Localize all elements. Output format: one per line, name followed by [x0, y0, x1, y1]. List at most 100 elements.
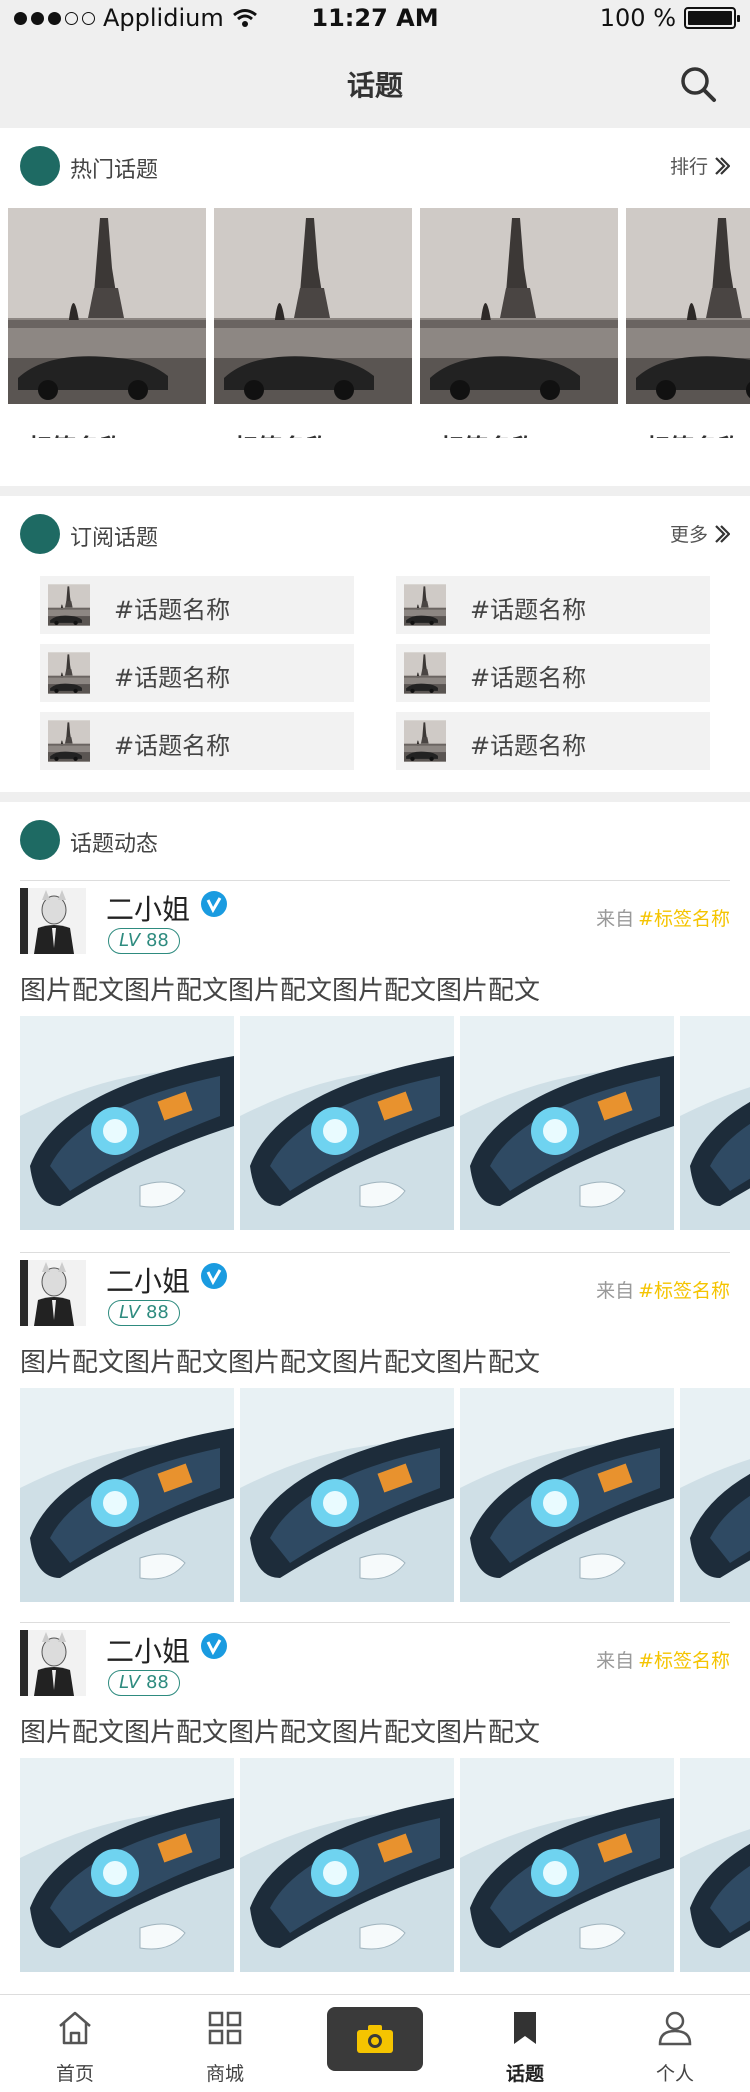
topic-image: [8, 208, 206, 404]
post-photos: [20, 1388, 750, 1602]
level-value: 88: [145, 1672, 169, 1693]
post-photo[interactable]: [20, 1016, 234, 1230]
topic-tag-link[interactable]: #标签名称: [638, 1280, 730, 1302]
status-bar: Applidium 11:27 AM 100 %: [0, 0, 750, 40]
tab-bar: 首页 商城 话题 个人: [0, 1994, 750, 2092]
subscribed-header: 订阅话题 更多: [0, 496, 750, 568]
chevron-right-icon: [715, 524, 730, 543]
feed-post[interactable]: 二小姐 LV 88 来自 #标签名称 图片配文图片配文图片配文图片配文图片配文: [0, 1252, 750, 1624]
post-photo[interactable]: [460, 1758, 674, 1972]
subscribed-topic-item[interactable]: #话题名称: [40, 644, 354, 702]
from-label: 来自: [596, 908, 635, 930]
subscribed-topic-item[interactable]: #话题名称: [396, 712, 710, 770]
subscribed-topic-item[interactable]: #话题名称: [396, 576, 710, 634]
post-photo[interactable]: [460, 1388, 674, 1602]
feed-header: 话题动态: [0, 802, 750, 874]
topic-image: [214, 208, 412, 404]
section-badge: [20, 514, 60, 554]
divider: [20, 1252, 730, 1253]
post-photos: [20, 1758, 750, 1972]
bookmark-icon: [514, 2012, 536, 2044]
subscribed-section: 订阅话题 更多 #话题名称 #话题名称 #话题名称 #话题名称 #话题名称 #话…: [0, 496, 750, 792]
ranking-label: 排行: [669, 156, 708, 178]
hot-topic-card[interactable]: #标签名称: [626, 208, 750, 438]
tab-camera[interactable]: [300, 1995, 450, 2092]
search-icon[interactable]: [678, 64, 718, 104]
hot-topic-label: #标签名称: [420, 428, 618, 438]
tab-label: 商城: [205, 2063, 244, 2085]
post-photo[interactable]: [20, 1388, 234, 1602]
level-badge: LV 88: [108, 1670, 180, 1696]
hot-topic-card[interactable]: #标签名称: [420, 208, 618, 438]
topic-label: #话题名称: [114, 732, 231, 760]
username[interactable]: 二小姐: [106, 888, 190, 928]
post-photo[interactable]: [680, 1388, 750, 1602]
person-icon: [658, 2011, 692, 2046]
topic-thumbnail: [48, 720, 90, 762]
hot-topic-card[interactable]: #标签名称: [8, 208, 206, 438]
topic-thumbnail: [48, 652, 90, 694]
hot-topics-header: 热门话题 排行: [0, 128, 750, 200]
tab-profile[interactable]: 个人: [600, 1995, 750, 2092]
hot-topic-card[interactable]: #标签名称: [214, 208, 412, 438]
subscribed-topic-item[interactable]: #话题名称: [396, 644, 710, 702]
from-label: 来自: [596, 1280, 635, 1302]
username[interactable]: 二小姐: [106, 1260, 190, 1300]
camera-icon: [357, 2025, 393, 2053]
tab-mall[interactable]: 商城: [150, 1995, 300, 2092]
tab-label: 首页: [55, 2063, 94, 2085]
hot-topics-title: 热门话题: [70, 158, 159, 183]
subscribed-title: 订阅话题: [70, 526, 159, 551]
battery-label: 100 %: [599, 4, 676, 32]
feed-post[interactable]: 二小姐 LV 88 来自 #标签名称 图片配文图片配文图片配文图片配文图片配文: [0, 880, 750, 1252]
feed-title: 话题动态: [70, 832, 159, 857]
avatar[interactable]: [20, 1630, 86, 1696]
avatar[interactable]: [20, 888, 86, 954]
level-prefix: LV: [119, 1672, 141, 1693]
subscribed-topic-item[interactable]: #话题名称: [40, 712, 354, 770]
verified-icon: [201, 1633, 227, 1659]
topic-thumbnail: [404, 720, 446, 762]
post-photo[interactable]: [20, 1758, 234, 1972]
level-prefix: LV: [119, 1302, 141, 1323]
level-badge: LV 88: [108, 1300, 180, 1326]
topic-label: #话题名称: [114, 596, 231, 624]
topic-tag-link[interactable]: #标签名称: [638, 908, 730, 930]
divider: [20, 1622, 730, 1623]
tab-topics[interactable]: 话题: [450, 1995, 600, 2092]
subscribed-topic-item[interactable]: #话题名称: [40, 576, 354, 634]
feed-post[interactable]: 二小姐 LV 88 来自 #标签名称 图片配文图片配文图片配文图片配文图片配文: [0, 1622, 750, 1994]
level-value: 88: [145, 1302, 169, 1323]
camera-button[interactable]: [327, 2007, 423, 2071]
post-photo[interactable]: [680, 1016, 750, 1230]
home-icon: [59, 2011, 91, 2045]
post-photo[interactable]: [240, 1016, 454, 1230]
post-photo[interactable]: [240, 1758, 454, 1972]
post-caption: 图片配文图片配文图片配文图片配文图片配文: [20, 1348, 541, 1378]
topic-label: #话题名称: [470, 664, 587, 692]
ranking-link[interactable]: 排行: [670, 152, 730, 179]
post-photo[interactable]: [680, 1758, 750, 1972]
post-caption: 图片配文图片配文图片配文图片配文图片配文: [20, 1718, 541, 1748]
topic-image: [626, 208, 750, 404]
topic-label: #话题名称: [470, 596, 587, 624]
hot-topics-list: #标签名称 #标签名称 #标签名称 #标签名称: [8, 208, 750, 438]
post-photo[interactable]: [460, 1016, 674, 1230]
username[interactable]: 二小姐: [106, 1630, 190, 1670]
tab-home[interactable]: 首页: [0, 1995, 150, 2092]
level-prefix: LV: [119, 930, 141, 951]
topic-tag-link[interactable]: #标签名称: [638, 1650, 730, 1672]
divider: [20, 880, 730, 881]
topic-label: #话题名称: [470, 732, 587, 760]
topic-label: #话题名称: [114, 664, 231, 692]
grid-icon: [208, 2011, 242, 2045]
topic-image: [420, 208, 618, 404]
post-source: 来自 #标签名称: [596, 1276, 730, 1303]
level-badge: LV 88: [108, 928, 180, 954]
hot-topic-label: #标签名称: [8, 428, 206, 438]
more-link[interactable]: 更多: [670, 520, 730, 547]
level-value: 88: [145, 930, 169, 951]
avatar[interactable]: [20, 1260, 86, 1326]
post-photo[interactable]: [240, 1388, 454, 1602]
topic-thumbnail: [48, 584, 90, 626]
